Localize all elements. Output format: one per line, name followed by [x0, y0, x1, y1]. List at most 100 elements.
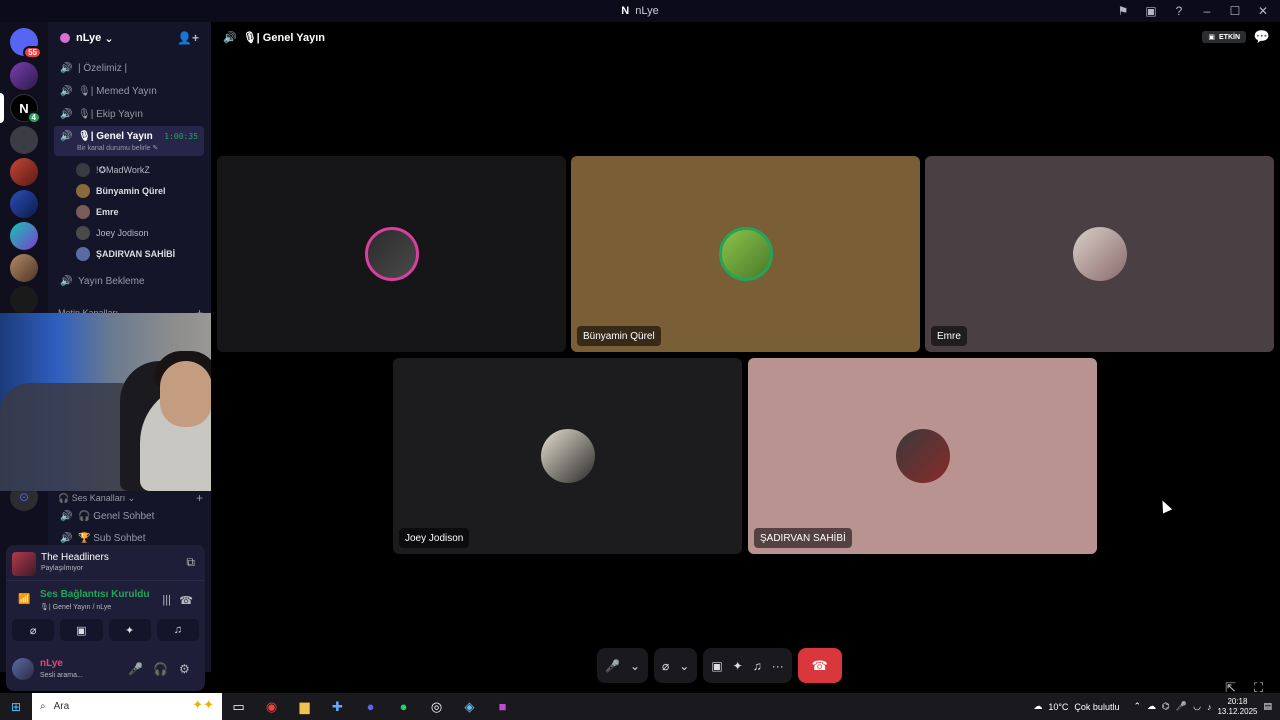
file-explorer-icon[interactable]: ▆ [288, 693, 321, 720]
chevron-up-icon[interactable]: ⌃ [1133, 701, 1141, 712]
voice-member[interactable]: !✪MadWorkZ [76, 160, 150, 180]
activities-icon[interactable]: ✦ [733, 659, 743, 673]
microphone-icon[interactable]: 🎤 [1176, 701, 1187, 712]
server-icon[interactable] [10, 158, 38, 186]
obs-icon[interactable]: ◎ [420, 693, 453, 720]
channel-item[interactable]: 🔊 Yayın Bekleme [54, 270, 204, 292]
channel-item[interactable]: 🔊 🎙| Memed Yayın [54, 80, 204, 102]
camera-control[interactable]: ⌀ ⌄ [654, 648, 698, 683]
maximize-icon[interactable]: ☐ [1224, 0, 1246, 22]
camera-off-icon[interactable]: ⌀ [662, 659, 669, 673]
voice-member[interactable]: ŞADIRVAN SAHİBİ [76, 244, 175, 264]
avatar [76, 205, 90, 219]
window-title: NnLye [621, 5, 659, 17]
avatar [540, 429, 595, 483]
invite-icon[interactable]: 👤+ [177, 31, 199, 45]
guild-icon [60, 33, 70, 43]
voice-member[interactable]: Joey Jodison [76, 223, 149, 243]
chat-icon[interactable]: 💬 [1254, 29, 1270, 45]
video-tile[interactable]: Joey Jodison [393, 358, 742, 554]
current-user[interactable]: nLye Sesli arama... 🎤 🎧 ⚙ [6, 655, 205, 687]
minimize-icon[interactable]: – [1196, 0, 1218, 22]
microphone-icon[interactable]: 🎤 [605, 659, 620, 673]
soundboard-icon[interactable]: ♫ [753, 659, 762, 673]
end-call-button[interactable]: ☎ [797, 648, 842, 683]
call-controls: 🎤 ⌄ ⌀ ⌄ ▣ ✦ ♫ ··· ☎ [597, 648, 842, 683]
page-title: 🎙| Genel Yayın [242, 31, 325, 44]
start-button[interactable]: ⊞ [0, 693, 32, 720]
activity-status-button[interactable]: ▣ ETKİN [1202, 31, 1246, 43]
steam-icon[interactable]: ◈ [453, 693, 486, 720]
activity-card[interactable]: The Headliners Paylaşılmıyor ⧉ [6, 545, 205, 581]
close-icon[interactable]: ✕ [1252, 0, 1274, 22]
chrome-icon[interactable]: ◉ [255, 693, 288, 720]
more-icon[interactable]: ··· [772, 659, 784, 673]
volume-icon[interactable]: ♪ [1207, 702, 1212, 712]
app-icon[interactable]: ✚ [321, 693, 354, 720]
title-bar: NnLye ⚑ ▣ ? – ☐ ✕ [0, 0, 1280, 22]
wifi-icon[interactable]: ◡ [1193, 701, 1201, 712]
channel-item[interactable]: 🔊 | Özelimiz | [54, 57, 204, 79]
sparkle-icon: ✦✦ [192, 697, 214, 712]
channel-item-active[interactable]: 🔊 🎙| Genel Yayın 1:00:35 Bir kanal durum… [54, 126, 204, 156]
avatar [895, 429, 950, 483]
task-view-icon[interactable]: ▭ [222, 693, 255, 720]
channel-item[interactable]: 🔊 🎧 Genel Sohbet [54, 505, 204, 527]
guild-header[interactable]: nLye ⌄ 👤+ [48, 22, 211, 54]
settings-icon[interactable]: ⚙ [179, 662, 190, 676]
server-icon[interactable] [10, 222, 38, 250]
participant-name: Emre [931, 326, 967, 346]
avatar [718, 227, 773, 281]
server-icon[interactable] [10, 286, 38, 314]
chevron-down-icon[interactable]: ⌄ [630, 659, 640, 673]
discord-icon[interactable]: ● [354, 693, 387, 720]
activities-button[interactable]: ✦ [108, 619, 151, 641]
voice-member[interactable]: Bünyamin Qürel [76, 181, 166, 201]
speaker-icon: 🔊 [60, 275, 73, 287]
server-icon[interactable] [10, 126, 38, 154]
video-tile[interactable] [217, 156, 566, 352]
category-voice[interactable]: 🎧 Ses Kanalları ⌄ + [58, 491, 203, 505]
chevron-down-icon[interactable]: ⌄ [679, 659, 689, 673]
window-icon[interactable]: ▣ [1140, 0, 1162, 22]
notification-icon[interactable]: ▤ [1263, 701, 1272, 712]
noise-suppression-icon[interactable]: ||| [162, 594, 171, 606]
signal-icon[interactable]: 📶 [18, 594, 30, 605]
weather-icon[interactable]: ☁ [1033, 701, 1042, 712]
search-input[interactable]: ⌕ Ara ✦✦ [32, 693, 222, 720]
server-icon[interactable] [10, 254, 38, 282]
cloud-icon[interactable]: ☁ [1147, 701, 1156, 712]
inbox-icon[interactable]: ⚑ [1112, 0, 1134, 22]
server-icon[interactable] [10, 62, 38, 90]
camera-off-button[interactable]: ⌀ [12, 619, 55, 641]
spotify-icon[interactable]: ● [387, 693, 420, 720]
app-icon[interactable]: ■ [486, 693, 519, 720]
channel-status[interactable]: Bir kanal durumu belirle ✎ [77, 144, 158, 152]
video-tile[interactable]: ŞADIRVAN SAHİBİ [748, 358, 1097, 554]
server-icon-nlye[interactable]: N4 [10, 94, 41, 124]
screen-share-icon[interactable]: ▣ [711, 659, 722, 673]
network-icon[interactable]: ⌬ [1162, 701, 1170, 712]
server-icon[interactable] [10, 190, 38, 218]
speaker-icon: 🔊 [60, 85, 73, 97]
home-button[interactable]: 55 [10, 28, 42, 59]
voice-member[interactable]: Emre [76, 202, 119, 222]
avatar [12, 658, 34, 680]
channel-item[interactable]: 🔊 🎙| Ekip Yayın [54, 103, 204, 125]
speaker-icon: 🔊 [223, 31, 237, 44]
microphone-icon[interactable]: 🎤 [128, 662, 143, 676]
speaker-icon: 🔊 [60, 532, 73, 544]
screen-share-button[interactable]: ▣ [60, 619, 103, 641]
screen-share-icon[interactable]: ⧉ [186, 555, 195, 570]
disconnect-icon[interactable]: ☎ [179, 594, 193, 607]
add-channel-icon[interactable]: + [196, 491, 203, 505]
avatar [364, 227, 419, 281]
mic-control[interactable]: 🎤 ⌄ [597, 648, 649, 683]
video-tile[interactable]: Bünyamin Qürel [571, 156, 920, 352]
soundboard-button[interactable]: ♫ [156, 619, 199, 641]
headphones-icon[interactable]: 🎧 [153, 662, 168, 676]
help-icon[interactable]: ? [1168, 0, 1190, 22]
video-tile[interactable]: Emre [925, 156, 1274, 352]
clock[interactable]: 20:18 13.12.2025 [1217, 697, 1257, 717]
voice-stage: 🔊 🎙| Genel Yayın ▣ ETKİN 💬 Bünyamin Qüre… [211, 22, 1280, 695]
